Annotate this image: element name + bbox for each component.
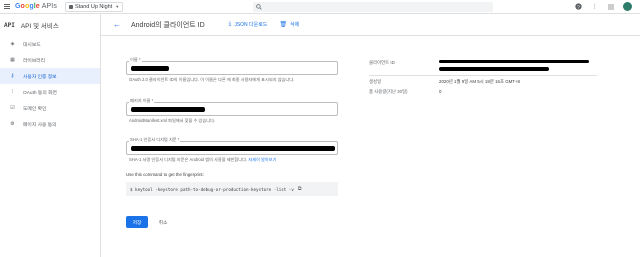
- settings-icon: ⚙: [10, 121, 15, 127]
- sidebar-item-label: 라이브러리: [23, 58, 46, 64]
- consent-icon: ⁝: [11, 89, 14, 95]
- sidebar-item-label: OAuth 동의 화면: [23, 90, 57, 96]
- help-icon[interactable]: ?: [575, 3, 582, 10]
- client-id-label: 클라이언트 ID: [369, 60, 395, 65]
- copy-icon[interactable]: ⧉: [298, 186, 302, 192]
- sidebar-item-label: 도메인 확인: [23, 106, 47, 112]
- page-header: ← Android의 클라이언트 ID ⤓ JSON 다운로드 🗑 삭제: [101, 14, 640, 36]
- menu-icon[interactable]: [4, 4, 10, 9]
- delete-label: 삭제: [290, 22, 300, 28]
- usage-value: 0: [439, 89, 442, 94]
- sidebar-item-domain-verification[interactable]: ☑ 도메인 확인: [0, 100, 100, 116]
- avatar[interactable]: [623, 2, 632, 11]
- save-button[interactable]: 저장: [126, 216, 148, 228]
- sidebar-item-dashboard[interactable]: ◈ 대시보드: [0, 36, 100, 52]
- apps-icon[interactable]: [607, 3, 614, 10]
- redacted-package-value: [131, 107, 205, 112]
- sidebar-item-oauth-consent[interactable]: ⁝ OAuth 동의 화면: [0, 84, 100, 100]
- redacted-client-id-line-1: [439, 60, 589, 63]
- main-content: ← Android의 클라이언트 ID ⤓ JSON 다운로드 🗑 삭제: [101, 14, 640, 257]
- sidebar-header: API API 및 서비스: [0, 14, 100, 36]
- project-selector[interactable]: Stand Up Night ▼: [64, 1, 124, 12]
- sha1-helper-text: SHA-1 서명 인증서 디지털 지문은 Android 앱의 사용을 제한합니…: [129, 157, 276, 163]
- sidebar-item-label: 대시보드: [23, 42, 41, 48]
- project-icon: [68, 4, 73, 9]
- package-name-label: 패키지 이름 *: [129, 98, 155, 104]
- name-helper-text: OAuth 2.0 클라이언트 ID의 이름입니다. 이 이름은 다른 에 최종…: [129, 77, 295, 82]
- sidebar-title: API 및 서비스: [20, 23, 59, 30]
- redacted-sha1-value: [131, 146, 335, 151]
- redacted-client-id-line-2: [439, 67, 549, 71]
- command-box: $ keytool -keystore path-to-debug-or-pro…: [126, 182, 338, 196]
- command-note: Use this command to get the fingerprint:: [126, 172, 204, 177]
- sha1-helper-body: SHA-1 서명 인증서 디지털 지문은 Android 앱의 사용을 제한합니…: [129, 157, 248, 162]
- checkbox-icon: ☑: [10, 105, 15, 111]
- download-json-label: JSON 다운로드: [234, 22, 268, 28]
- search-input[interactable]: [253, 2, 493, 12]
- project-name: Stand Up Night: [74, 3, 113, 10]
- svg-text:?: ?: [577, 4, 580, 10]
- chevron-down-icon: ▼: [115, 4, 120, 9]
- back-arrow-icon[interactable]: ←: [113, 20, 121, 29]
- sha1-label: SHA-1 인증서 디지털 지문 *: [129, 137, 181, 143]
- redacted-name-value: [131, 66, 169, 71]
- search-icon: [256, 4, 262, 10]
- trash-icon: 🗑: [279, 22, 288, 28]
- usage-label: 총 사용량(지난 30일): [369, 89, 408, 94]
- key-icon: ⚷: [10, 73, 15, 79]
- package-helper-text: AndroidManifest.xml 파일에서 찾을 수 있습니다.: [129, 118, 216, 123]
- sidebar-item-label: 페이지 사용 동의: [23, 122, 57, 128]
- command-text: $ keytool -keystore path-to-debug-or-pro…: [130, 186, 294, 192]
- api-badge: API: [4, 21, 15, 29]
- sidebar: API API 및 서비스 ◈ 대시보드 ▦ 라이브러리 ⚷ 사용자 인증 정보…: [0, 14, 101, 257]
- more-vert-icon[interactable]: ⋮: [591, 3, 598, 10]
- learn-more-link[interactable]: 자세히 알아보기: [248, 157, 276, 162]
- delete-button[interactable]: 🗑 삭제: [279, 21, 299, 28]
- dashboard-icon: ◈: [10, 41, 15, 47]
- sidebar-item-label: 사용자 인증 정보: [23, 74, 57, 80]
- created-value: 2020년 1월 9일 AM 5시 19분 16초 GMT+8: [439, 79, 520, 84]
- sidebar-item-credentials[interactable]: ⚷ 사용자 인증 정보: [0, 68, 100, 84]
- library-icon: ▦: [10, 57, 15, 63]
- download-json-button[interactable]: ⤓ JSON 다운로드: [229, 21, 268, 28]
- google-apis-logo[interactable]: Google APIs: [15, 3, 57, 10]
- cancel-button[interactable]: 취소: [152, 216, 174, 228]
- sidebar-item-page-usage[interactable]: ⚙ 페이지 사용 동의: [0, 116, 100, 132]
- info-divider: [369, 75, 597, 76]
- sidebar-item-library[interactable]: ▦ 라이브러리: [0, 52, 100, 68]
- top-app-bar: Google APIs Stand Up Night ▼ ? ⋮: [0, 0, 640, 14]
- page-title: Android의 클라이언트 ID: [131, 21, 205, 29]
- name-label: 이름 *: [129, 57, 142, 63]
- created-label: 생성일: [369, 79, 382, 84]
- download-icon: ⤓: [228, 21, 232, 27]
